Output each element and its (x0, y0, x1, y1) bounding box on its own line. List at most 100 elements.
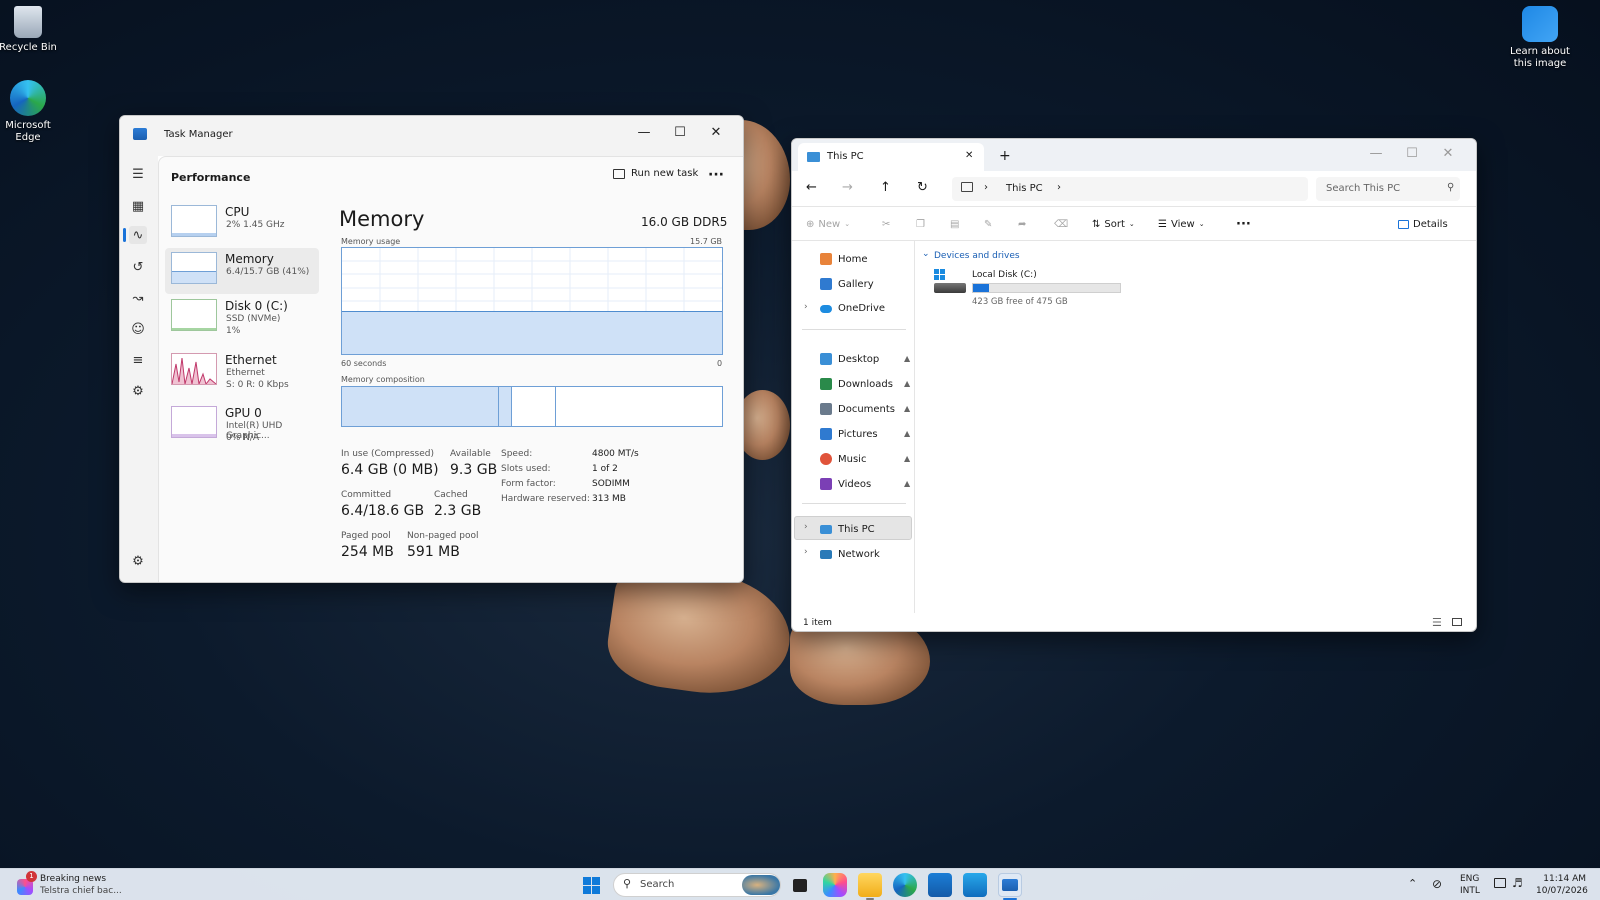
new-button[interactable]: ⊕ New ⌄ (806, 209, 850, 239)
view-button[interactable]: ☰ View ⌄ (1158, 209, 1205, 239)
details-pane-icon (1398, 219, 1409, 229)
nav-gallery[interactable]: Gallery (820, 278, 874, 290)
maximize-button[interactable]: ☐ (662, 118, 698, 146)
pin-icon[interactable]: ▲ (904, 379, 910, 388)
hard-drive-icon (934, 283, 966, 293)
run-new-task-label: Run new task (631, 168, 699, 179)
see-more-button[interactable]: ··· (1236, 209, 1251, 239)
cloud-icon (820, 304, 832, 313)
back-icon[interactable]: ← (806, 180, 817, 195)
outlook-taskbar-button[interactable] (963, 873, 987, 897)
nav-videos[interactable]: Videos (820, 478, 871, 490)
minimize-button[interactable]: — (1358, 139, 1394, 167)
more-options-button[interactable]: ··· (708, 167, 724, 183)
sidebar-item-ethernet[interactable]: Ethernet Ethernet S: 0 R: 0 Kbps (165, 349, 319, 395)
home-icon (820, 253, 832, 265)
nav-label: Documents (838, 403, 896, 415)
details-pane-button[interactable]: Details (1398, 209, 1448, 239)
section-header[interactable]: Devices and drives (934, 251, 1020, 261)
nav-downloads[interactable]: Downloads (820, 378, 893, 390)
delete-button[interactable]: ⌫ (1054, 209, 1068, 239)
breadcrumb-chevron-icon: › (984, 182, 988, 193)
users-icon[interactable]: ☺ (129, 320, 147, 338)
nav-onedrive[interactable]: OneDrive (820, 303, 885, 314)
hw-reserved-label: Hardware reserved: (501, 494, 590, 504)
nav-this-pc[interactable]: This PC (820, 524, 875, 535)
sidebar-item-disk[interactable]: Disk 0 (C:) SSD (NVMe) 1% (165, 295, 319, 341)
pin-icon[interactable]: ▲ (904, 404, 910, 413)
committed-label: Committed (341, 490, 392, 500)
minimize-button[interactable]: — (626, 118, 662, 146)
show-hidden-icons-chevron-icon[interactable]: ⌃ (1408, 877, 1417, 890)
share-button[interactable]: ➦ (1018, 209, 1026, 239)
sidebar-item-cpu[interactable]: CPU 2% 1.45 GHz (165, 201, 319, 247)
nav-network[interactable]: Network (820, 549, 880, 560)
close-tab-button[interactable]: ✕ (965, 150, 973, 161)
sidebar-item-memory[interactable]: Memory 6.4/15.7 GB (41%) (165, 248, 319, 294)
startup-apps-icon[interactable]: ↝ (129, 289, 147, 307)
rename-button[interactable]: ✎ (984, 209, 992, 239)
start-button[interactable] (579, 873, 603, 897)
nav-pictures[interactable]: Pictures (820, 428, 878, 440)
file-explorer-taskbar-button[interactable] (858, 873, 882, 897)
composition-label: Memory composition (341, 375, 425, 384)
network-disconnected-icon[interactable]: ⊘ (1432, 877, 1442, 891)
edge-taskbar-button[interactable] (893, 873, 917, 897)
pin-icon[interactable]: ▲ (904, 454, 910, 463)
edge-shortcut[interactable]: Microsoft Edge (0, 80, 61, 144)
pin-icon[interactable]: ▲ (904, 479, 910, 488)
pane-splitter[interactable] (914, 241, 915, 613)
sort-button[interactable]: ⇅ Sort ⌄ (1092, 209, 1135, 239)
sidebar-item-gpu[interactable]: GPU 0 Intel(R) UHD Graphic... 0% N/A (165, 402, 319, 448)
cut-button[interactable]: ✂ (882, 209, 890, 239)
composition-in-use (342, 387, 499, 426)
section-chevron-icon[interactable]: ⌄ (922, 249, 930, 259)
volume-icon[interactable]: ♬ (1512, 876, 1523, 890)
copy-button[interactable]: ❐ (916, 209, 925, 239)
pin-icon[interactable]: ▲ (904, 354, 910, 363)
nav-home[interactable]: Home (820, 253, 868, 265)
processes-icon[interactable]: ▦ (129, 197, 147, 215)
close-button[interactable]: ✕ (1430, 139, 1466, 167)
task-manager-taskbar-button[interactable] (998, 873, 1022, 897)
clock-time[interactable]: 11:14 AM (1536, 874, 1586, 884)
tab-this-pc[interactable] (798, 143, 984, 171)
store-taskbar-button[interactable] (928, 873, 952, 897)
performance-icon[interactable]: ∿ (129, 226, 147, 244)
refresh-icon[interactable]: ↻ (917, 180, 928, 195)
network-monitor-icon[interactable] (1494, 878, 1506, 888)
settings-icon[interactable]: ⚙ (129, 552, 147, 570)
breadcrumb-this-pc[interactable]: This PC (1006, 183, 1043, 194)
up-icon[interactable]: ↑ (880, 180, 891, 195)
close-button[interactable]: ✕ (698, 118, 734, 146)
clock-date[interactable]: 10/07/2026 (1536, 886, 1588, 896)
paste-button[interactable]: ▤ (950, 209, 959, 239)
new-label: New (818, 218, 841, 230)
nav-music[interactable]: Music (820, 453, 866, 465)
nav-documents[interactable]: Documents (820, 403, 895, 415)
pin-icon[interactable]: ▲ (904, 429, 910, 438)
details-view-icon[interactable]: ☰ (1432, 616, 1442, 629)
expand-chevron-icon[interactable]: › (804, 302, 808, 312)
nav-label: Downloads (838, 378, 893, 390)
new-tab-button[interactable]: + (999, 148, 1011, 164)
sidebar-item-sub: 2% 1.45 GHz (226, 220, 285, 230)
run-new-task-button[interactable]: Run new task (613, 168, 698, 179)
maximize-button[interactable]: ☐ (1394, 139, 1430, 167)
app-history-icon[interactable]: ↺ (129, 258, 147, 276)
learn-about-shortcut[interactable]: Learn about this image (1508, 6, 1572, 70)
recycle-bin-shortcut[interactable]: Recycle Bin (0, 6, 61, 54)
tiles-view-icon[interactable] (1452, 618, 1462, 626)
services-icon[interactable]: ⚙ (129, 382, 147, 400)
hamburger-menu-icon[interactable]: ☰ (129, 165, 147, 183)
copilot-button[interactable] (823, 873, 847, 897)
details-icon[interactable]: ≡ (129, 351, 147, 369)
chevron-down-icon: ⌄ (844, 220, 851, 228)
expand-chevron-icon[interactable]: › (804, 547, 808, 557)
task-view-button[interactable] (788, 873, 812, 897)
forward-icon[interactable]: → (842, 180, 853, 195)
nav-desktop[interactable]: Desktop (820, 353, 879, 365)
network-icon (820, 550, 832, 559)
memory-sparkline (171, 252, 217, 284)
expand-chevron-icon[interactable]: › (804, 522, 808, 532)
